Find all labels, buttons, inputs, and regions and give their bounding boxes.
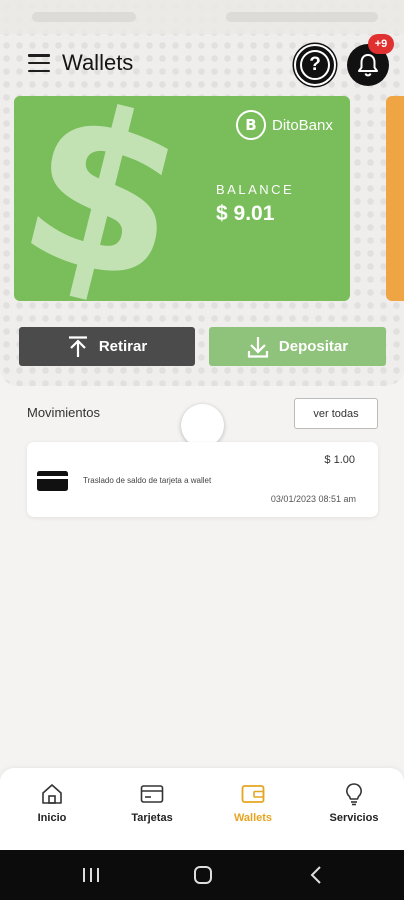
nav-item-inicio[interactable]: Inicio [12, 782, 92, 824]
home-icon [42, 784, 62, 804]
nav-label-tarjetas: Tarjetas [131, 812, 173, 824]
notification-badge: +9 [368, 34, 394, 54]
loading-spinner [181, 404, 224, 447]
nav-item-tarjetas[interactable]: Tarjetas [112, 782, 192, 824]
card-icon [140, 785, 164, 803]
nav-label-wallets: Wallets [233, 812, 273, 824]
movements-title: Movimientos [27, 405, 100, 420]
nav-label-servicios: Servicios [329, 812, 379, 824]
page-title: Wallets [62, 50, 134, 75]
withdraw-label: Retirar [98, 338, 148, 355]
bitcoin-logo-icon: B [236, 110, 266, 140]
back-icon[interactable] [306, 865, 328, 885]
deposit-label: Depositar [278, 338, 349, 355]
credit-card-icon [37, 471, 68, 491]
brand: B DitoBanx [236, 110, 333, 140]
lightbulb-icon [346, 783, 362, 806]
upload-arrow-icon [68, 335, 87, 357]
download-arrow-icon [247, 336, 269, 358]
brand-name: DitoBanx [272, 116, 333, 134]
status-bar-right-blurred [226, 12, 378, 22]
help-button[interactable]: ? [294, 44, 336, 86]
system-navigation-bar [0, 850, 404, 900]
wallet-icon [241, 785, 265, 803]
recent-apps-icon[interactable] [80, 865, 102, 885]
balance-label: BALANCE [216, 182, 295, 197]
help-icon: ? [300, 50, 330, 80]
dollar-watermark-icon: $ [14, 96, 208, 301]
withdraw-button[interactable]: Retirar [19, 327, 195, 366]
see-all-button[interactable]: ver todas [294, 398, 378, 429]
status-bar-left-blurred [32, 12, 136, 22]
menu-icon[interactable] [28, 54, 50, 72]
app-header: Wallets ? +9 [0, 34, 404, 90]
balance-value: $ 9.01 [216, 202, 275, 225]
home-button-icon[interactable] [192, 865, 214, 885]
movement-date: 03/01/2023 08:51 am [270, 494, 356, 504]
next-wallet-card[interactable] [386, 96, 404, 301]
bell-icon [358, 54, 378, 77]
movement-amount: $ 1.00 [324, 454, 355, 466]
status-bar [0, 0, 404, 34]
nav-item-wallets[interactable]: Wallets [213, 782, 293, 824]
bottom-nav: Inicio Tarjetas Wallets Servicios [0, 768, 404, 850]
wallet-card[interactable]: $ B DitoBanx BALANCE $ 9.01 [14, 96, 350, 301]
movement-description: Traslado de saldo de tarjeta a wallet [83, 476, 212, 485]
deposit-button[interactable]: Depositar [209, 327, 386, 366]
nav-item-servicios[interactable]: Servicios [314, 782, 394, 824]
movement-item[interactable]: Traslado de saldo de tarjeta a wallet $ … [27, 442, 378, 517]
nav-label-inicio: Inicio [37, 812, 67, 824]
